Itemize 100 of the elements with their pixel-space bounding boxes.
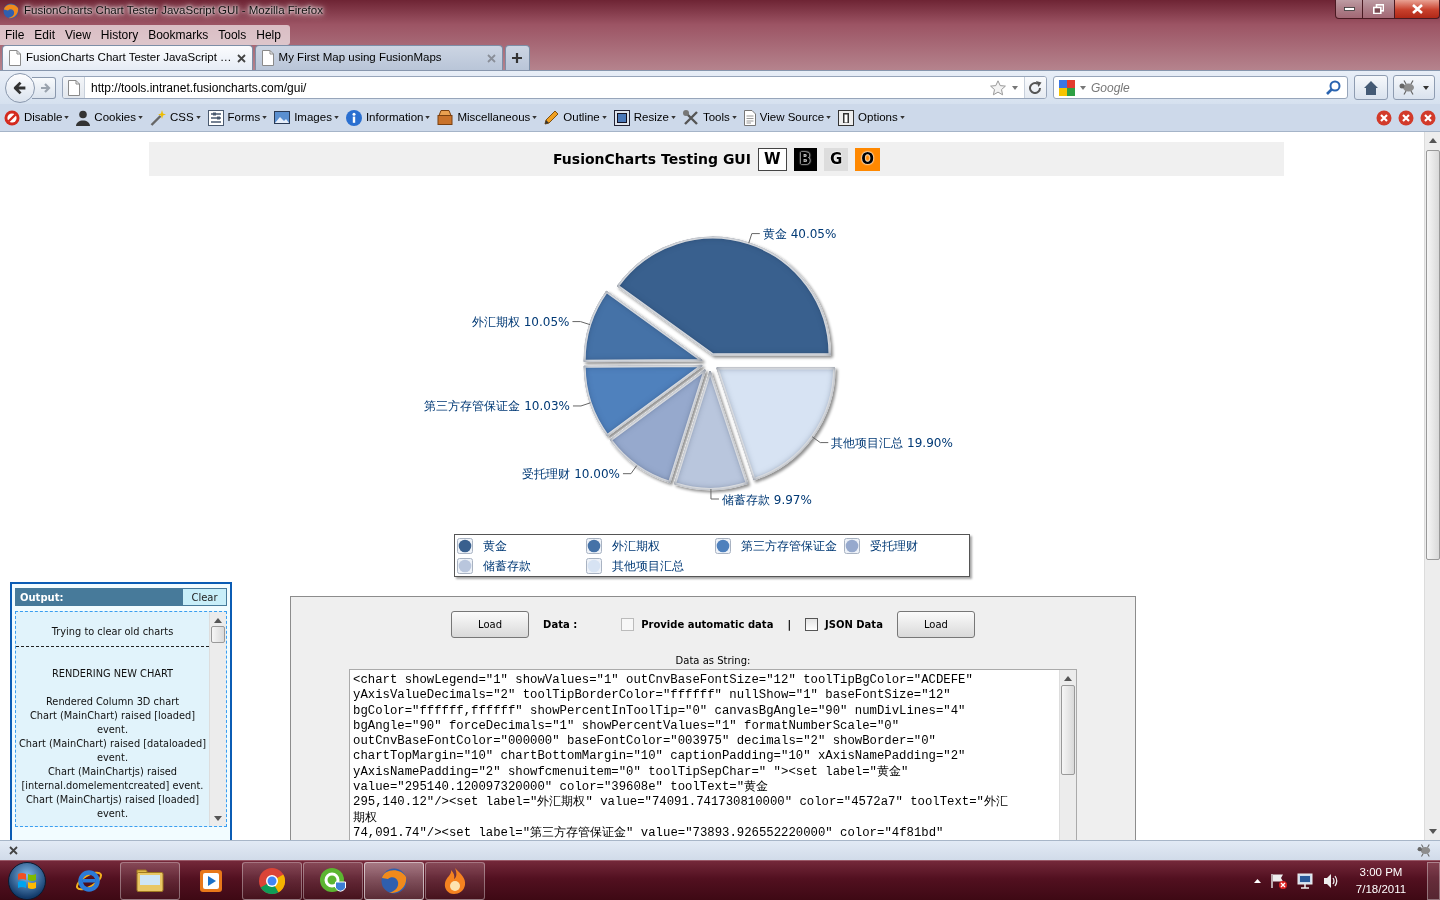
toolbar-menu-button[interactable]: Resize xyxy=(611,106,678,129)
taskbar-button[interactable] xyxy=(120,861,180,900)
play-icon[interactable] xyxy=(200,869,222,892)
shield-icon[interactable] xyxy=(320,867,346,894)
start-button[interactable] xyxy=(7,861,47,900)
theme-button[interactable]: G xyxy=(823,147,849,171)
home-icon[interactable] xyxy=(1363,79,1379,96)
person-icon[interactable] xyxy=(76,109,91,126)
menu-item[interactable]: View xyxy=(60,26,96,44)
info-icon[interactable] xyxy=(345,109,362,126)
load-button[interactable]: Load xyxy=(896,611,975,638)
scrollbar-thumb[interactable] xyxy=(211,626,225,643)
caret-icon[interactable] xyxy=(1422,85,1429,90)
caret-icon[interactable] xyxy=(826,116,832,119)
search-bar[interactable]: Google xyxy=(1053,76,1348,99)
frame-icon[interactable] xyxy=(613,109,630,126)
document-icon[interactable] xyxy=(743,109,756,126)
caret-icon[interactable] xyxy=(899,116,905,119)
plus-icon[interactable] xyxy=(512,53,523,63)
show-desktop-button[interactable] xyxy=(1427,861,1440,900)
menu-item[interactable]: File xyxy=(0,26,30,44)
site-identity-button[interactable] xyxy=(63,77,85,98)
caret-icon[interactable] xyxy=(731,116,737,119)
folder-icon[interactable] xyxy=(136,869,164,892)
caret-icon[interactable] xyxy=(195,116,201,119)
checkbox-label[interactable]: JSON Data xyxy=(825,617,883,632)
scrollbar[interactable] xyxy=(209,612,226,826)
new-tab-button[interactable] xyxy=(504,45,530,70)
close-button[interactable] xyxy=(1395,0,1440,19)
addon-button[interactable] xyxy=(1393,75,1435,100)
caret-icon[interactable] xyxy=(670,116,676,119)
scroll-down-icon[interactable] xyxy=(1428,829,1437,834)
flag-icon[interactable] xyxy=(1271,872,1287,889)
scroll-up-icon[interactable] xyxy=(1064,676,1072,681)
search-icon[interactable] xyxy=(1326,80,1341,95)
scrollbar-thumb[interactable] xyxy=(1425,150,1440,560)
toolbar-menu-button[interactable]: View Source xyxy=(741,106,834,129)
chevron-up-icon[interactable] xyxy=(1254,878,1261,883)
search-field[interactable]: Google xyxy=(1091,79,1321,96)
panel-icon[interactable] xyxy=(838,109,855,126)
theme-button[interactable]: W xyxy=(757,147,787,171)
toolbar-menu-button[interactable]: CSS xyxy=(147,106,203,129)
close-icon[interactable] xyxy=(9,846,18,855)
circle-logo-icon[interactable] xyxy=(259,867,285,894)
bug-icon[interactable] xyxy=(1399,80,1417,95)
page-scrollbar[interactable] xyxy=(1424,132,1440,840)
restore-button[interactable] xyxy=(1363,0,1395,19)
toolbar-menu-button[interactable]: Tools xyxy=(680,106,739,129)
address-bar[interactable]: http://tools.intranet.fusioncharts.com/gui/ xyxy=(62,76,1047,99)
restore-icon[interactable] xyxy=(1373,4,1384,14)
caret-icon[interactable] xyxy=(64,116,70,119)
home-button[interactable] xyxy=(1354,75,1388,100)
taskbar-button[interactable] xyxy=(242,861,302,900)
menu-item[interactable]: History xyxy=(95,26,144,44)
toolbar-menu-button[interactable]: Miscellaneous xyxy=(435,106,540,129)
checkbox[interactable] xyxy=(805,618,819,631)
toolbar-menu-button[interactable]: Cookies xyxy=(74,106,145,129)
caret-icon[interactable] xyxy=(137,116,143,119)
taskbar-button[interactable] xyxy=(425,861,485,900)
menu-item[interactable]: Edit xyxy=(29,26,61,44)
star-icon[interactable] xyxy=(990,79,1006,96)
globe-swirl-icon[interactable] xyxy=(381,867,407,894)
scroll-up-icon[interactable] xyxy=(214,618,222,623)
speaker-icon[interactable] xyxy=(1323,872,1339,889)
minimize-button[interactable] xyxy=(1335,0,1363,19)
tools-icon[interactable] xyxy=(682,109,699,126)
caret-icon[interactable] xyxy=(425,116,431,119)
scroll-up-icon[interactable] xyxy=(1428,138,1437,143)
theme-button[interactable]: O xyxy=(855,147,880,171)
caret-icon[interactable] xyxy=(532,116,538,119)
toolbar-menu-button[interactable]: Disable xyxy=(2,106,72,129)
taskbar-button[interactable] xyxy=(364,861,424,900)
close-circle-icon[interactable] xyxy=(1376,109,1392,126)
caret-icon[interactable] xyxy=(601,116,607,119)
theme-button[interactable]: B xyxy=(793,147,817,171)
browser-tab[interactable]: FusionCharts Chart Tester JavaScript … xyxy=(2,45,253,70)
no-entry-icon[interactable] xyxy=(4,109,20,126)
reload-button[interactable] xyxy=(1024,77,1046,98)
toolbar-menu-button[interactable]: Images xyxy=(272,106,341,129)
caret-icon[interactable] xyxy=(262,116,268,119)
pencil-icon[interactable] xyxy=(544,110,560,125)
menu-item[interactable]: Bookmarks xyxy=(143,26,214,44)
toolbar-menu-button[interactable]: Information xyxy=(343,106,433,129)
menu-item[interactable]: Help xyxy=(251,26,286,44)
data-textarea[interactable]: <chart showLegend="1" showValues="1" outCnvBaseFontSize="12" toolTipBgColor="ACDEFE" yAxisValueDecimals="2" toolTipBorderColor="ffffff" nullShow="1" baseFontSize="12" bgColor="ffffff,ffffff" showPercentInToolTip="0" canvasBgAngle="90" numDivLines="4" bgAngle="90" forceDecimals="1" showPercentValues="1" formatNumberScale="0" outCnvBaseFontColor="000000" baseFontColor="003975" decimals="2" showBorder="0" chartTopMargin="10" chartBottomMargin="10" captionPadding="10" xAxisNamePadding="2" yAxisNamePadding="2" showfcmenuitem="0" toolTipSepChar=" "><set label="黄金" value="295140.120097320000" color="39608e" toolText="黄金 295,140.12"/><set label="外汇期权" value="74091.741730810000" color="4572a7" toolText="外汇 期权 74,091.74"/><set label="第三方存管保证金" value="73893.926552220000" color="4f81bd" xyxy=(349,669,1077,840)
toolbar-menu-button[interactable]: Options xyxy=(836,106,907,129)
url-field[interactable]: http://tools.intranet.fusioncharts.com/gui/ xyxy=(91,79,984,96)
squares-logo-icon[interactable] xyxy=(1059,79,1075,96)
taskbar-button[interactable] xyxy=(303,861,363,900)
wand-icon[interactable] xyxy=(149,109,166,126)
clear-button[interactable]: Clear xyxy=(182,588,227,606)
caret-icon[interactable] xyxy=(333,116,339,119)
form-icon[interactable] xyxy=(207,109,224,126)
flame-icon[interactable] xyxy=(444,867,466,894)
load-button[interactable]: Load xyxy=(451,611,530,638)
close-circle-icon[interactable] xyxy=(1398,109,1414,126)
scrollbar-thumb[interactable] xyxy=(1061,685,1075,775)
close-icon[interactable] xyxy=(236,53,246,63)
minimize-icon[interactable] xyxy=(1343,7,1355,11)
clock-time[interactable]: 3:00 PM xyxy=(1349,863,1413,881)
